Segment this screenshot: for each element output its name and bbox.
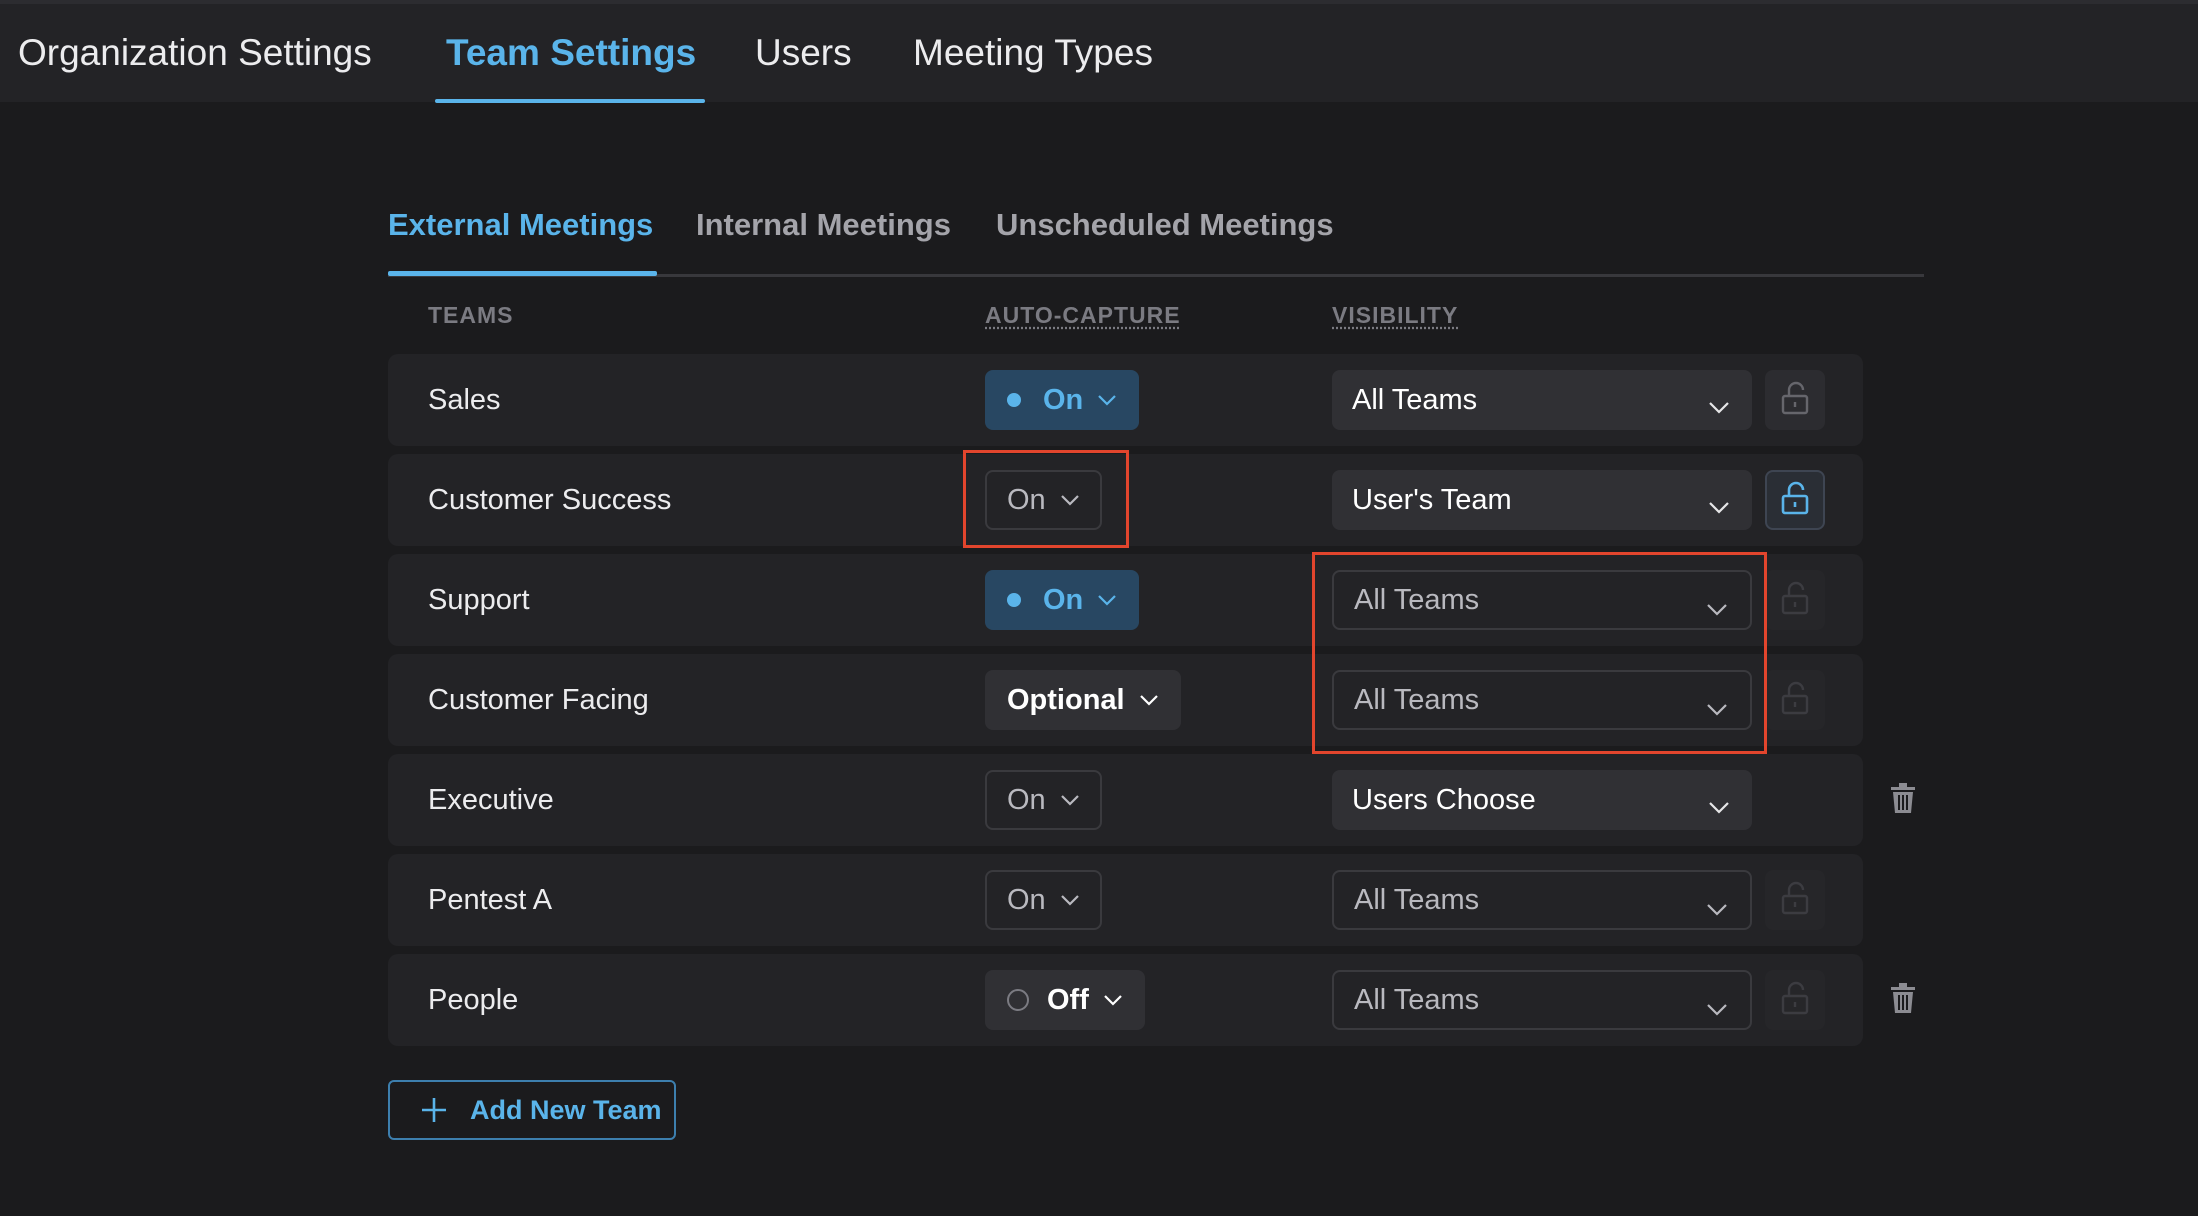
unlock-icon: [1780, 581, 1810, 620]
auto-capture-value: On: [1007, 483, 1046, 516]
lock-toggle-button[interactable]: [1765, 470, 1825, 530]
auto-capture-value: On: [1007, 883, 1046, 916]
chevron-down-icon: [1706, 992, 1728, 1025]
chevron-down-icon: [1139, 694, 1159, 706]
auto-capture-select[interactable]: On: [985, 570, 1140, 630]
chevron-down-icon: [1706, 692, 1728, 725]
add-new-team-label: Add New Team: [470, 1094, 662, 1125]
visibility-value: All Teams: [1354, 883, 1480, 916]
active-tab-indicator: [435, 99, 705, 103]
delete-team-button[interactable]: [1883, 980, 1923, 1020]
chevron-down-icon: [1097, 594, 1117, 606]
auto-capture-value: Optional: [1007, 683, 1125, 716]
top-nav: Organization Settings Team Settings User…: [0, 0, 2198, 103]
plus-icon: [420, 1096, 448, 1124]
chevron-down-icon: [1060, 494, 1080, 506]
table-row: Customer Success On User's Team: [388, 454, 1863, 546]
unlock-icon: [1780, 881, 1810, 920]
chevron-down-icon: [1060, 894, 1080, 906]
team-name: People: [428, 983, 519, 1016]
lock-toggle-button[interactable]: [1765, 370, 1825, 430]
auto-capture-value: Off: [1047, 983, 1089, 1016]
tab-internal-meetings[interactable]: Internal Meetings: [696, 200, 951, 250]
tab-organization-settings[interactable]: Organization Settings: [18, 4, 372, 102]
table-row: Sales On All Teams: [388, 354, 1863, 446]
auto-capture-value: On: [1007, 783, 1046, 816]
active-subtab-indicator: [388, 271, 657, 276]
tab-unscheduled-meetings[interactable]: Unscheduled Meetings: [996, 200, 1334, 250]
visibility-value: All Teams: [1354, 683, 1480, 716]
auto-capture-select[interactable]: Optional: [985, 670, 1181, 730]
chevron-down-icon: [1706, 592, 1728, 625]
lock-toggle-button[interactable]: [1765, 970, 1825, 1030]
chevron-down-icon: [1103, 994, 1123, 1006]
trash-icon: [1890, 982, 1916, 1018]
table-row: People Off All Teams: [388, 954, 1863, 1046]
chevron-down-icon: [1708, 790, 1730, 823]
chevron-down-icon: [1708, 490, 1730, 523]
status-ring-icon: [1007, 989, 1029, 1011]
visibility-value: All Teams: [1354, 583, 1480, 616]
unlock-icon: [1780, 981, 1810, 1020]
chevron-down-icon: [1706, 892, 1728, 925]
unlock-icon: [1780, 481, 1810, 520]
auto-capture-value: On: [1043, 383, 1084, 416]
visibility-value: Users Choose: [1352, 783, 1536, 816]
visibility-select[interactable]: Users Choose: [1332, 770, 1752, 830]
table-row: Executive On Users Choose: [388, 754, 1863, 846]
column-header-visibility[interactable]: VISIBILITY: [1332, 300, 1458, 330]
team-name: Customer Success: [428, 483, 672, 516]
tab-team-settings[interactable]: Team Settings: [446, 4, 696, 102]
tab-users[interactable]: Users: [755, 4, 852, 102]
tab-meeting-types[interactable]: Meeting Types: [913, 4, 1153, 102]
visibility-value: All Teams: [1354, 983, 1480, 1016]
tab-external-meetings[interactable]: External Meetings: [388, 200, 653, 250]
visibility-value: User's Team: [1352, 483, 1512, 516]
chevron-down-icon: [1097, 394, 1117, 406]
column-header-teams: TEAMS: [428, 301, 514, 328]
visibility-select[interactable]: All Teams: [1332, 870, 1752, 930]
auto-capture-select[interactable]: On: [985, 370, 1140, 430]
auto-capture-select[interactable]: Off: [985, 970, 1145, 1030]
chevron-down-icon: [1708, 390, 1730, 423]
lock-toggle-button[interactable]: [1765, 870, 1825, 930]
auto-capture-select[interactable]: On: [985, 770, 1102, 830]
lock-toggle-button[interactable]: [1765, 570, 1825, 630]
add-new-team-button[interactable]: Add New Team: [388, 1080, 676, 1140]
auto-capture-value: On: [1043, 583, 1084, 616]
status-dot-icon: [1007, 393, 1021, 407]
delete-team-button[interactable]: [1883, 780, 1923, 820]
visibility-select[interactable]: All Teams: [1332, 970, 1752, 1030]
chevron-down-icon: [1060, 794, 1080, 806]
auto-capture-select[interactable]: On: [985, 870, 1102, 930]
visibility-select[interactable]: User's Team: [1332, 470, 1752, 530]
status-dot-icon: [1007, 593, 1021, 607]
team-name: Support: [428, 583, 530, 616]
visibility-select[interactable]: All Teams: [1332, 570, 1752, 630]
table-row: Support On All Teams: [388, 554, 1863, 646]
column-header-auto-capture[interactable]: AUTO-CAPTURE: [985, 300, 1181, 330]
table-row: Customer Facing Optional All Teams: [388, 654, 1863, 746]
unlock-icon: [1780, 381, 1810, 420]
unlock-icon: [1780, 681, 1810, 720]
table-row: Pentest A On All Teams: [388, 854, 1863, 946]
team-name: Sales: [428, 383, 501, 416]
visibility-select[interactable]: All Teams: [1332, 670, 1752, 730]
visibility-value: All Teams: [1352, 383, 1478, 416]
trash-icon: [1890, 782, 1916, 818]
team-name: Executive: [428, 783, 554, 816]
team-name: Customer Facing: [428, 683, 649, 716]
lock-toggle-button[interactable]: [1765, 670, 1825, 730]
team-name: Pentest A: [428, 883, 553, 916]
visibility-select[interactable]: All Teams: [1332, 370, 1752, 430]
auto-capture-select[interactable]: On: [985, 470, 1102, 530]
